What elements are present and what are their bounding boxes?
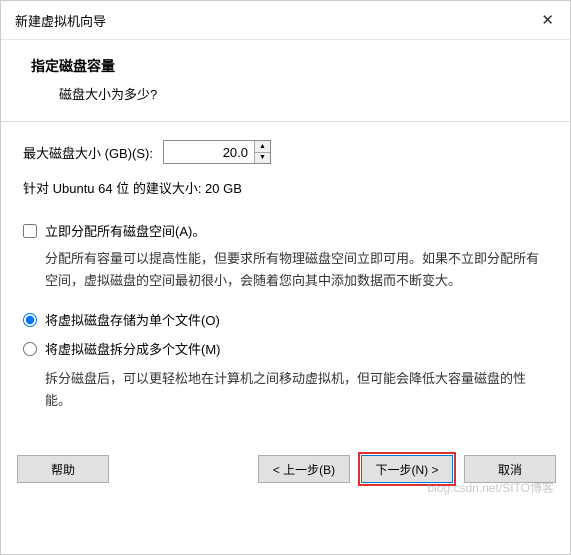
titlebar: 新建虚拟机向导 ✕ <box>1 1 571 40</box>
page-title: 指定磁盘容量 <box>31 56 542 76</box>
disk-size-row: 最大磁盘大小 (GB)(S): ▲ ▼ <box>23 140 550 164</box>
split-file-label: 将虚拟磁盘拆分成多个文件(M) <box>45 339 221 358</box>
allocate-description: 分配所有容量可以提高性能，但要求所有物理磁盘空间立即可用。如果不立即分配所有空间… <box>23 248 550 292</box>
cancel-button[interactable]: 取消 <box>464 455 556 483</box>
next-highlight: 下一步(N) > <box>358 452 456 486</box>
back-button[interactable]: < 上一步(B) <box>258 455 350 483</box>
window-title: 新建虚拟机向导 <box>15 11 106 30</box>
allocate-now-checkbox[interactable] <box>23 224 37 238</box>
single-file-radio[interactable] <box>23 313 37 327</box>
spinner-up-icon[interactable]: ▲ <box>255 141 270 153</box>
next-button[interactable]: 下一步(N) > <box>361 455 453 483</box>
recommended-size: 针对 Ubuntu 64 位 的建议大小: 20 GB <box>23 178 550 197</box>
allocate-now-row[interactable]: 立即分配所有磁盘空间(A)。 <box>23 221 550 240</box>
allocate-now-label: 立即分配所有磁盘空间(A)。 <box>45 221 205 240</box>
disk-size-label: 最大磁盘大小 (GB)(S): <box>23 143 153 162</box>
spinner-down-icon[interactable]: ▼ <box>255 153 270 164</box>
content-area: 最大磁盘大小 (GB)(S): ▲ ▼ 针对 Ubuntu 64 位 的建议大小… <box>1 122 571 440</box>
single-file-row[interactable]: 将虚拟磁盘存储为单个文件(O) <box>23 310 550 329</box>
split-file-radio[interactable] <box>23 342 37 356</box>
wizard-header: 指定磁盘容量 磁盘大小为多少? <box>1 40 571 121</box>
footer: 帮助 < 上一步(B) 下一步(N) > 取消 <box>1 440 571 502</box>
single-file-label: 将虚拟磁盘存储为单个文件(O) <box>45 310 220 329</box>
split-description: 拆分磁盘后，可以更轻松地在计算机之间移动虚拟机，但可能会降低大容量磁盘的性能。 <box>23 368 550 412</box>
close-icon[interactable]: ✕ <box>535 9 560 31</box>
disk-size-input[interactable] <box>164 141 254 163</box>
split-file-row[interactable]: 将虚拟磁盘拆分成多个文件(M) <box>23 339 550 358</box>
disk-size-spinner[interactable]: ▲ ▼ <box>163 140 271 164</box>
help-button[interactable]: 帮助 <box>17 455 109 483</box>
page-subtitle: 磁盘大小为多少? <box>31 84 542 103</box>
